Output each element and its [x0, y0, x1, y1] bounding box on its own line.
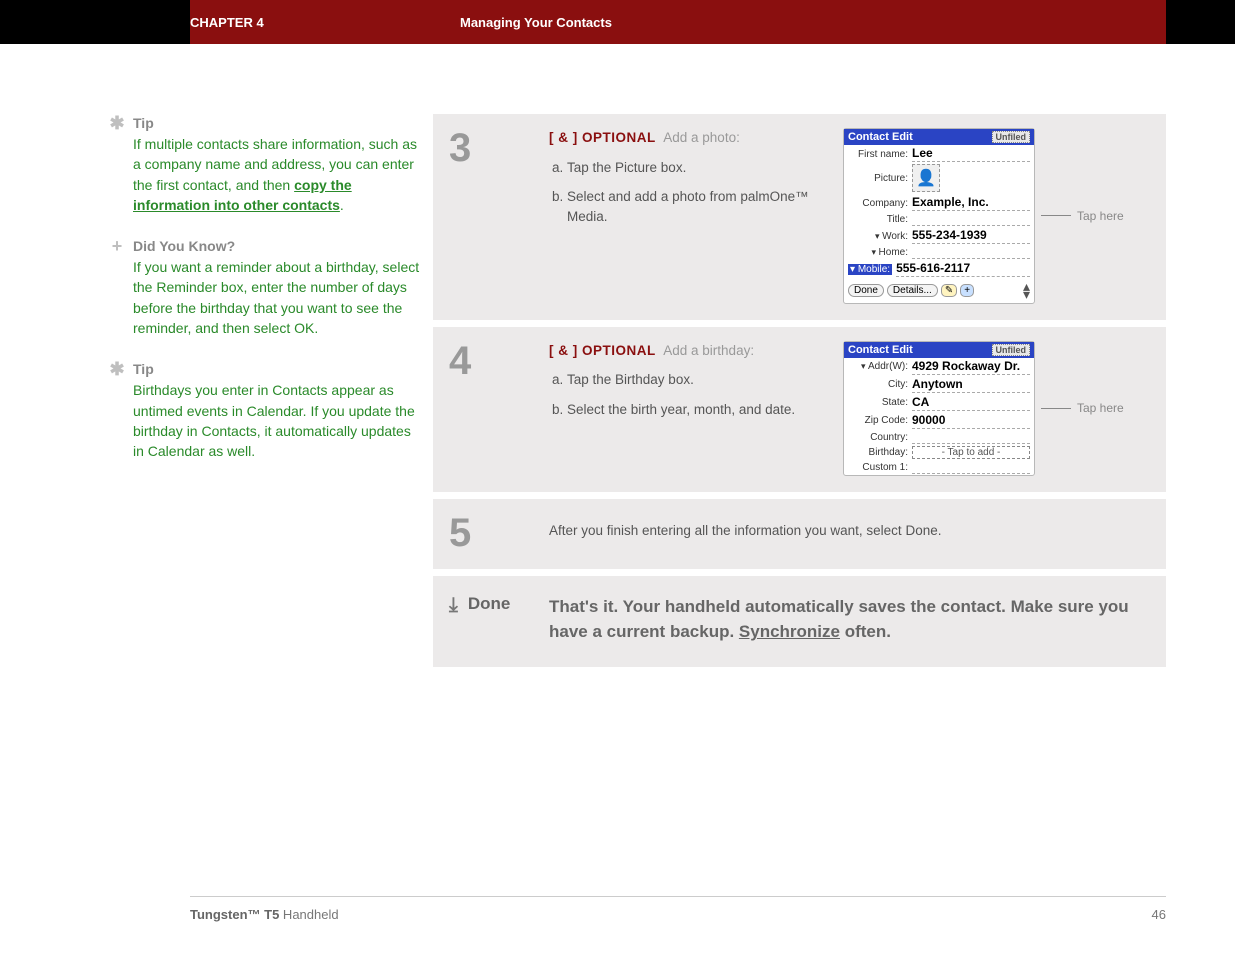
callout-tap-here: Tap here — [1077, 209, 1124, 223]
pda-state-label: State: — [848, 397, 908, 408]
page-number: 46 — [1152, 907, 1166, 922]
pda-custom1-label: Custom 1: — [848, 462, 908, 473]
step4-item-a: Tap the Birthday box. — [567, 370, 829, 390]
pda-addr-value[interactable]: 4929 Rockaway Dr. — [912, 359, 1030, 375]
tip-label: Tip — [133, 115, 154, 131]
pda-picture-label: Picture: — [848, 173, 908, 184]
sidebar: ✱ Tip If multiple contacts share informa… — [133, 114, 433, 667]
did-you-know: + Did You Know? If you want a reminder a… — [133, 237, 425, 338]
tip-text-b: . — [340, 197, 344, 213]
pda-birthday-label: Birthday: — [848, 447, 908, 458]
step-number: 4 — [449, 341, 549, 476]
step4-item-b: Select the birth year, month, and date. — [567, 400, 829, 420]
product-name-bold: Tungsten™ T5 — [190, 907, 279, 922]
synchronize-link[interactable]: Synchronize — [739, 622, 840, 641]
pda-custom1-value[interactable] — [912, 461, 1030, 474]
chapter-title: Managing Your Contacts — [460, 15, 612, 30]
pda-state-value[interactable]: CA — [912, 395, 1030, 411]
pda-addr-label[interactable]: Addr(W): — [848, 361, 908, 372]
download-icon: ⤓ — [449, 594, 458, 617]
pda-category[interactable]: Unfiled — [992, 131, 1031, 143]
dyk-label: Did You Know? — [133, 238, 235, 254]
pda-firstname-label: First name: — [848, 149, 908, 160]
tip-text: If multiple contacts share information, … — [133, 136, 417, 193]
step-number: 3 — [449, 128, 549, 304]
dyk-body: If you want a reminder about a birthday,… — [133, 257, 425, 338]
pda-plus-button[interactable]: + — [960, 284, 974, 297]
pda-mobile-value[interactable]: 555-616-2117 — [896, 261, 1030, 277]
product-name-rest: Handheld — [279, 907, 338, 922]
pda-mobile-label[interactable]: ▾ Mobile: — [848, 264, 892, 275]
step-number: 5 — [449, 513, 549, 553]
tip-1: ✱ Tip If multiple contacts share informa… — [133, 114, 425, 215]
pda-screenshot-3: Contact Edit Unfiled First name: Lee Pict… — [843, 128, 1035, 304]
pda-title: Contact Edit — [848, 344, 913, 356]
step3-item-a: Tap the Picture box. — [567, 158, 829, 178]
step3-lead: Add a photo: — [663, 130, 740, 145]
callout-tap-here: Tap here — [1077, 401, 1124, 415]
pda-title-label: Title: — [848, 214, 908, 225]
step-3: 3 [ & ] OPTIONAL Add a photo: Tap the Pi… — [433, 114, 1166, 320]
pda-category[interactable]: Unfiled — [992, 344, 1031, 356]
pda-firstname-value[interactable]: Lee — [912, 146, 1030, 162]
step-5: 5 After you finish entering all the info… — [433, 499, 1166, 569]
pda-details-button[interactable]: Details... — [887, 284, 938, 297]
pda-note-button[interactable]: ✎ — [941, 284, 957, 297]
step-4: 4 [ & ] OPTIONAL Add a birthday: Tap the… — [433, 327, 1166, 492]
pda-city-value[interactable]: Anytown — [912, 377, 1030, 393]
done-label: Done — [468, 594, 511, 614]
pda-company-label: Company: — [848, 198, 908, 209]
pda-work-value[interactable]: 555-234-1939 — [912, 228, 1030, 244]
main-steps: 3 [ & ] OPTIONAL Add a photo: Tap the Pi… — [433, 114, 1166, 667]
pda-country-label: Country: — [848, 432, 908, 443]
pda-company-value[interactable]: Example, Inc. — [912, 195, 1030, 211]
step4-lead: Add a birthday: — [663, 343, 754, 358]
pda-home-value[interactable] — [912, 246, 1030, 259]
done-card: ⤓ Done That's it. Your handheld automati… — [433, 576, 1166, 667]
plus-icon: + — [109, 237, 125, 255]
chapter-label: CHAPTER 4 — [190, 15, 460, 30]
pda-zip-value[interactable]: 90000 — [912, 413, 1030, 429]
callout-line — [1041, 215, 1071, 216]
pda-title-value[interactable] — [912, 213, 1030, 226]
pda-country-value[interactable] — [912, 431, 1030, 444]
pda-city-label: City: — [848, 379, 908, 390]
callout-line — [1041, 408, 1071, 409]
asterisk-icon: ✱ — [109, 114, 125, 132]
pda-done-button[interactable]: Done — [848, 284, 884, 297]
tip-2: ✱ Tip Birthdays you enter in Contacts ap… — [133, 360, 425, 461]
pda-zip-label: Zip Code: — [848, 415, 908, 426]
pda-scroll-arrows[interactable]: ▴▾ — [1023, 282, 1030, 299]
pda-title: Contact Edit — [848, 131, 913, 143]
optional-tag: [ & ] OPTIONAL — [549, 343, 656, 358]
step3-item-b: Select and add a photo from palmOne™ Med… — [567, 187, 829, 226]
pda-picture-box[interactable]: 👤 — [912, 164, 940, 192]
pda-screenshot-4: Contact Edit Unfiled Addr(W): 4929 Rockaw… — [843, 341, 1035, 476]
asterisk-icon: ✱ — [109, 360, 125, 378]
pda-work-label[interactable]: Work: — [848, 231, 908, 242]
step5-body: After you finish entering all the inform… — [549, 513, 941, 553]
pda-home-label[interactable]: Home: — [848, 247, 908, 258]
page-header-band: CHAPTER 4 Managing Your Contacts — [0, 0, 1235, 44]
optional-tag: [ & ] OPTIONAL — [549, 130, 656, 145]
tip2-body: Birthdays you enter in Contacts appear a… — [133, 380, 425, 461]
done-text-b: often. — [840, 622, 891, 641]
tip-label: Tip — [133, 361, 154, 377]
pda-birthday-selector[interactable]: - Tap to add - — [912, 446, 1030, 459]
page-footer: Tungsten™ T5 Handheld 46 — [190, 896, 1166, 922]
